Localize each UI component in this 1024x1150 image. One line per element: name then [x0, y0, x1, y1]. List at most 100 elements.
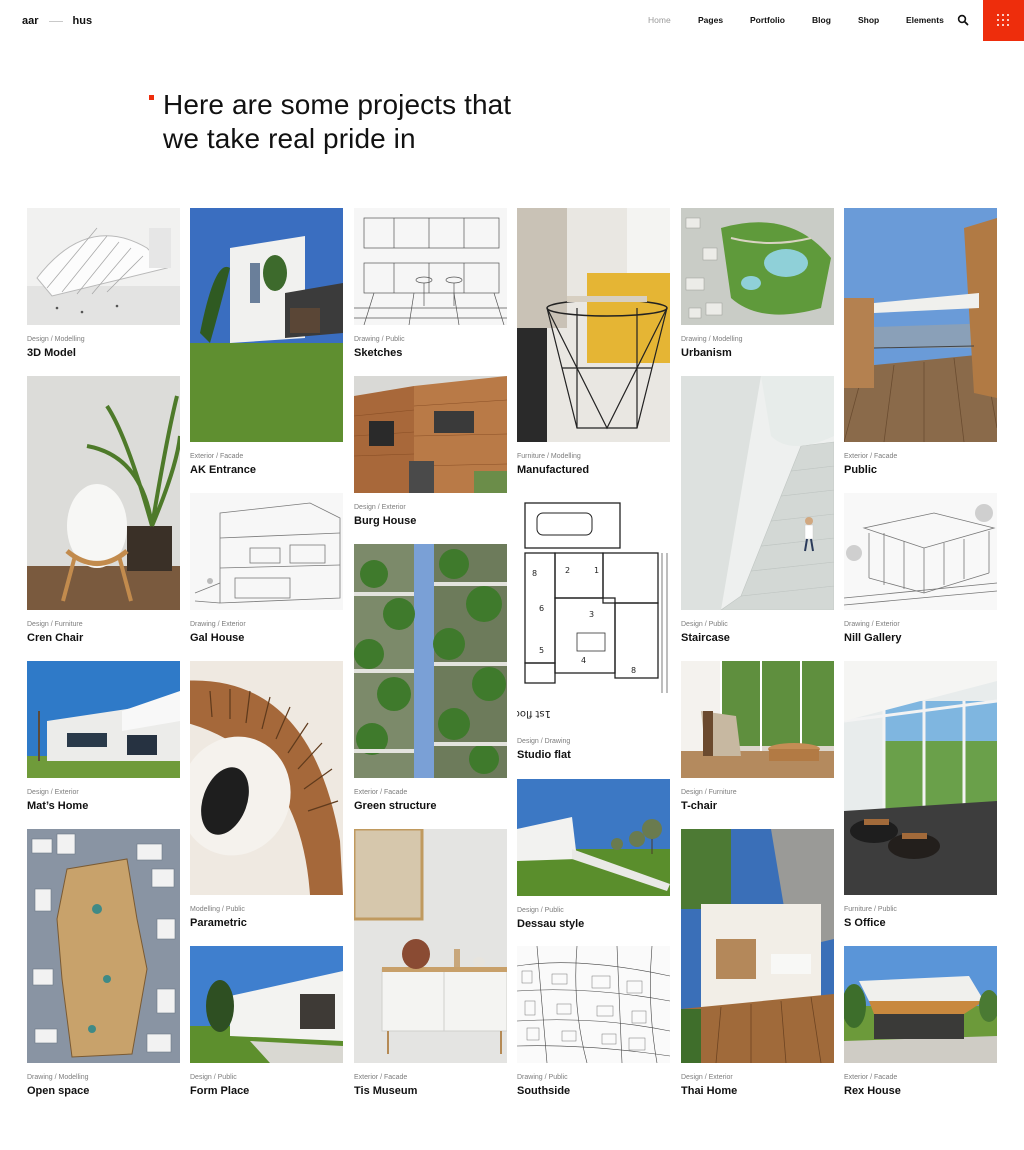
category-link[interactable]: Drawing [27, 1074, 53, 1081]
category-link[interactable]: Design [517, 907, 539, 914]
category-link[interactable]: Modelling [55, 336, 85, 343]
category-link[interactable]: Design [27, 621, 49, 628]
category-link[interactable]: Furniture [844, 906, 872, 913]
portfolio-image[interactable] [354, 544, 507, 778]
portfolio-item-mats-home[interactable]: Design / Exterior Mat’s Home [27, 661, 180, 813]
portfolio-image[interactable] [844, 208, 997, 442]
portfolio-title[interactable]: S Office [844, 917, 997, 930]
category-link[interactable]: Exterior [55, 789, 79, 796]
portfolio-title[interactable]: 3D Model [27, 347, 180, 360]
search-icon[interactable] [957, 13, 969, 26]
portfolio-title[interactable]: Nill Gallery [844, 632, 997, 645]
portfolio-title[interactable]: Burg House [354, 515, 507, 528]
portfolio-title[interactable]: Cren Chair [27, 632, 180, 645]
category-link[interactable]: Exterior [190, 453, 214, 460]
portfolio-title[interactable]: Thai Home [681, 1085, 834, 1098]
nav-item-portfolio[interactable]: Portfolio [750, 15, 785, 25]
portfolio-item-3d-model[interactable]: Design / Modelling 3D Model [27, 208, 180, 360]
portfolio-item-sketches[interactable]: Drawing / Public Sketches [354, 208, 507, 360]
portfolio-title[interactable]: Southside [517, 1085, 670, 1098]
portfolio-image[interactable] [190, 661, 343, 895]
category-link[interactable]: Drawing [354, 336, 380, 343]
nav-item-elements[interactable]: Elements [906, 15, 944, 25]
portfolio-title[interactable]: Public [844, 464, 997, 477]
category-link[interactable]: Public [709, 621, 728, 628]
category-link[interactable]: Drawing [545, 738, 571, 745]
portfolio-image[interactable] [27, 208, 180, 325]
category-link[interactable]: Design [517, 738, 539, 745]
portfolio-item-southside[interactable]: Drawing / Public Southside [517, 946, 670, 1098]
category-link[interactable]: Drawing [190, 621, 216, 628]
portfolio-image[interactable] [844, 661, 997, 895]
portfolio-image[interactable] [354, 829, 507, 1063]
portfolio-title[interactable]: Parametric [190, 917, 343, 930]
portfolio-item-dessau-style[interactable]: Design / Public Dessau style [517, 779, 670, 931]
category-link[interactable]: Modelling [190, 906, 220, 913]
portfolio-item-t-chair[interactable]: Design / Furniture T-chair [681, 661, 834, 813]
category-link[interactable]: Design [27, 336, 49, 343]
category-link[interactable]: Design [681, 1074, 703, 1081]
category-link[interactable]: Exterior [222, 621, 246, 628]
portfolio-image[interactable] [681, 661, 834, 778]
portfolio-item-form-place[interactable]: Design / Public Form Place [190, 946, 343, 1098]
portfolio-image[interactable] [517, 779, 670, 896]
portfolio-item-staircase[interactable]: Design / Public Staircase [681, 376, 834, 645]
portfolio-image[interactable] [681, 208, 834, 325]
category-link[interactable]: Furniture [517, 453, 545, 460]
nav-item-home[interactable]: Home [648, 15, 671, 25]
category-link[interactable]: Exterior [709, 1074, 733, 1081]
portfolio-title[interactable]: T-chair [681, 800, 834, 813]
portfolio-title[interactable]: Tis Museum [354, 1085, 507, 1098]
portfolio-image[interactable] [517, 208, 670, 442]
portfolio-image[interactable] [354, 208, 507, 325]
category-link[interactable]: Design [354, 504, 376, 511]
portfolio-item-nill-gallery[interactable]: Drawing / Exterior Nill Gallery [844, 493, 997, 645]
category-link[interactable]: Facade [384, 789, 407, 796]
portfolio-image[interactable] [190, 493, 343, 610]
nav-item-blog[interactable]: Blog [812, 15, 831, 25]
category-link[interactable]: Facade [874, 1074, 897, 1081]
portfolio-image[interactable] [190, 208, 343, 442]
portfolio-item-public[interactable]: Exterior / Facade Public [844, 208, 997, 477]
portfolio-item-tis-museum[interactable]: Exterior / Facade Tis Museum [354, 829, 507, 1098]
portfolio-item-open-space[interactable]: Drawing / Modelling Open space [27, 829, 180, 1098]
portfolio-image[interactable] [681, 829, 834, 1063]
portfolio-image[interactable] [844, 946, 997, 1063]
category-link[interactable]: Design [190, 1074, 212, 1081]
grid-menu-icon[interactable] [983, 0, 1024, 41]
portfolio-item-green-structure[interactable]: Exterior / Facade Green structure [354, 544, 507, 813]
portfolio-image[interactable] [517, 946, 670, 1063]
portfolio-title[interactable]: Studio flat [517, 749, 670, 762]
category-link[interactable]: Drawing [844, 621, 870, 628]
category-link[interactable]: Public [218, 1074, 237, 1081]
portfolio-title[interactable]: Sketches [354, 347, 507, 360]
category-link[interactable]: Public [549, 1074, 568, 1081]
portfolio-item-urbanism[interactable]: Drawing / Modelling Urbanism [681, 208, 834, 360]
category-link[interactable]: Public [226, 906, 245, 913]
portfolio-image[interactable] [27, 376, 180, 610]
category-link[interactable]: Exterior [844, 453, 868, 460]
category-link[interactable]: Furniture [709, 789, 737, 796]
portfolio-title[interactable]: Manufactured [517, 464, 670, 477]
category-link[interactable]: Drawing [517, 1074, 543, 1081]
portfolio-title[interactable]: Mat’s Home [27, 800, 180, 813]
portfolio-image[interactable] [27, 829, 180, 1063]
nav-item-pages[interactable]: Pages [698, 15, 723, 25]
portfolio-title[interactable]: AK Entrance [190, 464, 343, 477]
category-link[interactable]: Public [545, 907, 564, 914]
portfolio-title[interactable]: Urbanism [681, 347, 834, 360]
portfolio-title[interactable]: Gal House [190, 632, 343, 645]
portfolio-image[interactable] [681, 376, 834, 610]
site-logo[interactable]: aar hus [22, 15, 92, 27]
category-link[interactable]: Facade [220, 453, 243, 460]
portfolio-image[interactable] [844, 493, 997, 610]
category-link[interactable]: Exterior [876, 621, 900, 628]
category-link[interactable]: Modelling [551, 453, 581, 460]
portfolio-item-ak-entrance[interactable]: Exterior / Facade AK Entrance [190, 208, 343, 477]
category-link[interactable]: Furniture [55, 621, 83, 628]
portfolio-title[interactable]: Staircase [681, 632, 834, 645]
portfolio-item-gal-house[interactable]: Drawing / Exterior Gal House [190, 493, 343, 645]
portfolio-item-burg-house[interactable]: Design / Exterior Burg House [354, 376, 507, 528]
portfolio-title[interactable]: Dessau style [517, 918, 670, 931]
category-link[interactable]: Public [878, 906, 897, 913]
